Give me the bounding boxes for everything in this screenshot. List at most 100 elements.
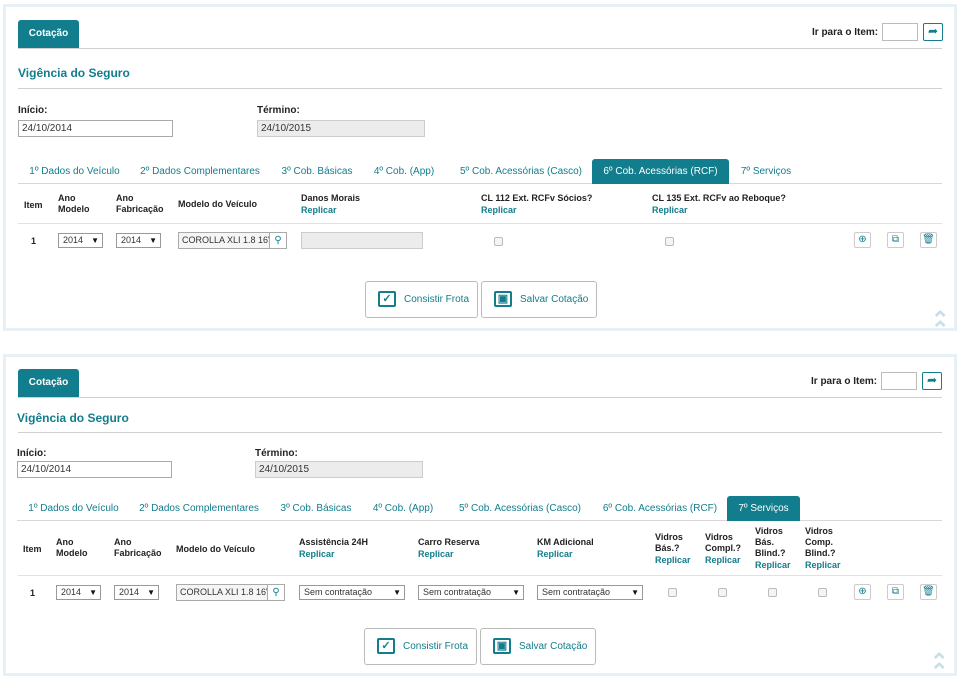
cl135-checkbox[interactable] [665,237,674,246]
cl112-checkbox[interactable] [494,237,503,246]
section-title: Vigência do Seguro [17,411,129,425]
quote-panel-rcf: Cotação Ir para o Item: ➦ Vigência do Se… [3,4,957,341]
col-assistencia: Assistência 24H [299,537,369,547]
copy-icon[interactable]: ⧉ [887,232,904,248]
vidros-comp-blind-checkbox[interactable] [818,588,827,597]
col-vidros-comp-blind-3: Blind.? [805,548,836,558]
quote-panel-servicos: Cotação Ir para o Item: ➦ Vigência do Se… [3,354,957,683]
col-cl135: CL 135 Ext. RCFv ao Reboque? [652,193,786,203]
cotacao-tab[interactable]: Cotação [18,20,79,48]
replicar-link-cl112[interactable]: Replicar [481,205,517,215]
col-vidros-bas-blind-2: Bás. [755,537,775,547]
chevron-up-double-icon[interactable]: ⌃ ⌃ [930,651,948,683]
replicar-link-km[interactable]: Replicar [537,549,573,559]
col-vidros-compl-2: Compl.? [705,543,741,553]
replicar-link-danos[interactable]: Replicar [301,205,337,215]
replicar-link-vidros-comp-blind[interactable]: Replicar [805,560,841,570]
ano-modelo-value: 2014 [61,587,82,597]
trash-icon[interactable]: 🗑 [920,232,937,248]
vidros-bas-blind-checkbox[interactable] [768,588,777,597]
tab-dados-complementares[interactable]: 2º Dados Complementares [134,496,264,521]
replicar-link-vidros-bas-blind[interactable]: Replicar [755,560,791,570]
inicio-label: Início: [18,105,48,116]
inicio-field[interactable]: 24/10/2014 [17,461,172,478]
tab-dados-veiculo[interactable]: 1º Dados do Veículo [21,496,126,521]
ir-para-item-input[interactable] [881,372,917,390]
modelo-veiculo-field[interactable]: COROLLA XLI 1.8 16V [178,232,270,249]
salvar-cotacao-label: Salvar Cotação [520,294,589,305]
col-vidros-compl-1: Vidros [705,532,733,542]
inicio-field[interactable]: 24/10/2014 [18,120,173,137]
col-vidros-bas-blind-3: Blind.? [755,548,786,558]
section-title: Vigência do Seguro [18,66,130,80]
ano-modelo-select[interactable]: 2014 ▼ [56,585,101,600]
replicar-link-vidros-compl[interactable]: Replicar [705,555,741,565]
col-danos-morais: Danos Morais [301,193,361,203]
col-km-adicional: KM Adicional [537,537,594,547]
dropdown-arrow-icon: ▼ [512,588,520,597]
tab-cob-basicas[interactable]: 3º Cob. Básicas [275,496,357,521]
tab-cob-app[interactable]: 4º Cob. (App) [367,496,439,521]
tab-dados-veiculo[interactable]: 1º Dados do Veículo [22,159,127,184]
tab-cob-basicas[interactable]: 3º Cob. Básicas [276,159,358,184]
floppy-disk-icon: ▣ [493,638,511,654]
section-divider [18,88,942,89]
row-item-number: 1 [31,236,37,246]
tab-cob-acessorias-rcf[interactable]: 6º Cob. Acessórias (RCF) [592,159,729,184]
modelo-veiculo-field[interactable]: COROLLA XLI 1.8 16V [176,584,268,601]
col-ano-fab-1: Ano [116,193,134,203]
arrow-go-icon[interactable]: ➦ [923,23,943,41]
ano-modelo-select[interactable]: 2014 ▼ [58,233,103,248]
col-vidros-bas-1: Vidros [655,532,683,542]
search-icon[interactable]: ⚲ [269,232,287,249]
search-icon[interactable]: ⚲ [267,584,285,601]
arrow-go-icon[interactable]: ➦ [922,372,942,390]
termino-field: 24/10/2015 [257,120,425,137]
copy-icon[interactable]: ⧉ [887,584,904,600]
termino-label: Término: [255,448,298,459]
salvar-cotacao-button[interactable]: ▣ Salvar Cotação [480,628,596,665]
dropdown-arrow-icon: ▼ [89,588,97,597]
carro-reserva-select[interactable]: Sem contratação ▼ [418,585,524,600]
dropdown-arrow-icon: ▼ [147,588,155,597]
tab-cob-acessorias-rcf[interactable]: 6º Cob. Acessórias (RCF) [595,496,725,521]
header-divider [18,48,942,49]
col-ano-fab-1: Ano [114,537,132,547]
tab-servicos[interactable]: 7º Serviços [727,496,800,521]
danos-morais-field[interactable] [301,232,423,249]
tab-cob-acessorias-casco[interactable]: 5º Cob. Acessórias (Casco) [450,496,590,521]
replicar-link-carro-reserva[interactable]: Replicar [418,549,454,559]
ano-fabricacao-select[interactable]: 2014 ▼ [114,585,159,600]
vidros-compl-checkbox[interactable] [718,588,727,597]
plus-circle-icon[interactable]: ⊕ [854,584,871,600]
tab-cob-app[interactable]: 4º Cob. (App) [368,159,440,184]
consistir-frota-button[interactable]: ✓ Consistir Frota [364,628,477,665]
tab-cob-acessorias-casco[interactable]: 5º Cob. Acessórias (Casco) [451,159,591,184]
plus-circle-icon[interactable]: ⊕ [854,232,871,248]
replicar-link-cl135[interactable]: Replicar [652,205,688,215]
km-adicional-value: Sem contratação [542,587,611,597]
trash-icon[interactable]: 🗑 [920,584,937,600]
col-ano-modelo-1: Ano [56,537,74,547]
col-vidros-bas-2: Bás.? [655,543,680,553]
assistencia-select[interactable]: Sem contratação ▼ [299,585,405,600]
ir-para-item-label: Ir para o Item: [811,376,878,387]
replicar-link-assistencia[interactable]: Replicar [299,549,335,559]
replicar-link-vidros-bas[interactable]: Replicar [655,555,691,565]
ir-para-item-input[interactable] [882,23,918,41]
chevron-up-double-icon[interactable]: ⌃ ⌃ [931,309,949,341]
col-ano-fab-2: Fabricação [114,548,162,558]
consistir-frota-label: Consistir Frota [404,294,470,305]
col-item: Item [24,200,43,210]
cotacao-tab[interactable]: Cotação [18,369,79,397]
km-adicional-select[interactable]: Sem contratação ▼ [537,585,643,600]
tab-dados-complementares[interactable]: 2º Dados Complementares [135,159,265,184]
tab-servicos[interactable]: 7º Serviços [733,159,799,184]
col-modelo: Modelo do Veículo [178,199,258,209]
ano-modelo-value: 2014 [63,235,84,245]
ir-para-item-label: Ir para o Item: [812,27,879,38]
consistir-frota-button[interactable]: ✓ Consistir Frota [365,281,478,318]
ano-fabricacao-select[interactable]: 2014 ▼ [116,233,161,248]
vidros-bas-checkbox[interactable] [668,588,677,597]
salvar-cotacao-button[interactable]: ▣ Salvar Cotação [481,281,597,318]
